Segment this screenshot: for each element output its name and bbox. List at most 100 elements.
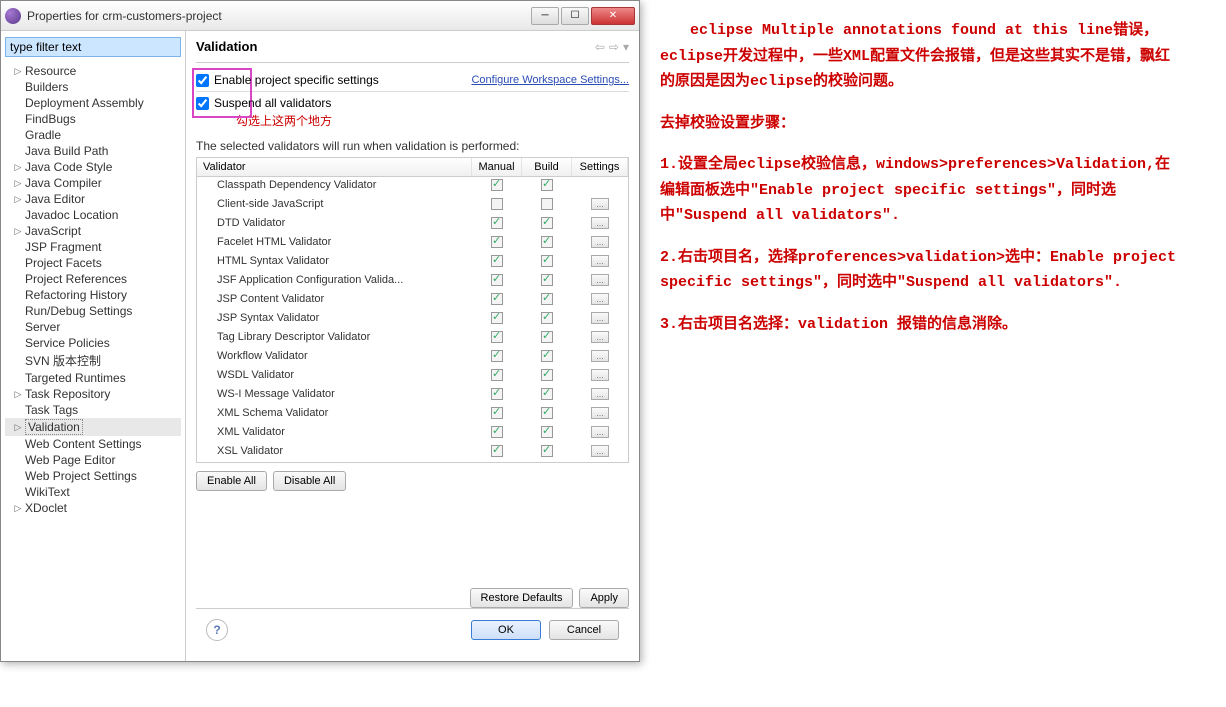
- settings-button[interactable]: ...: [591, 407, 609, 419]
- validator-row[interactable]: DTD Validator...: [197, 215, 628, 234]
- validator-row[interactable]: XML Validator...: [197, 424, 628, 443]
- apply-button[interactable]: Apply: [579, 588, 629, 608]
- manual-checkbox[interactable]: [491, 407, 503, 419]
- settings-button[interactable]: ...: [591, 426, 609, 438]
- tree-item-java-editor[interactable]: ▷Java Editor: [5, 191, 181, 207]
- tree-item-web-content-settings[interactable]: Web Content Settings: [5, 436, 181, 452]
- nav-arrows[interactable]: ⇦ ⇨ ▾: [595, 40, 629, 54]
- manual-checkbox[interactable]: [491, 312, 503, 324]
- validator-row[interactable]: XSL Validator...: [197, 443, 628, 462]
- tree-item-svn-[interactable]: SVN 版本控制: [5, 351, 181, 370]
- manual-checkbox[interactable]: [491, 293, 503, 305]
- tree-item-web-page-editor[interactable]: Web Page Editor: [5, 452, 181, 468]
- tree-item-builders[interactable]: Builders: [5, 79, 181, 95]
- settings-button[interactable]: ...: [591, 388, 609, 400]
- manual-checkbox[interactable]: [491, 331, 503, 343]
- tree-item-javascript[interactable]: ▷JavaScript: [5, 223, 181, 239]
- settings-button[interactable]: ...: [591, 236, 609, 248]
- build-checkbox[interactable]: [541, 255, 553, 267]
- help-icon[interactable]: ?: [206, 619, 228, 641]
- settings-button[interactable]: ...: [591, 274, 609, 286]
- configure-workspace-link[interactable]: Configure Workspace Settings...: [471, 74, 629, 86]
- cancel-button[interactable]: Cancel: [549, 620, 619, 640]
- settings-button[interactable]: ...: [591, 350, 609, 362]
- minimize-button[interactable]: ─: [531, 7, 559, 25]
- tree-item-deployment-assembly[interactable]: Deployment Assembly: [5, 95, 181, 111]
- forward-icon[interactable]: ⇨: [609, 40, 619, 54]
- settings-button[interactable]: ...: [591, 445, 609, 457]
- build-checkbox[interactable]: [541, 198, 553, 210]
- maximize-button[interactable]: ☐: [561, 7, 589, 25]
- restore-defaults-button[interactable]: Restore Defaults: [470, 588, 574, 608]
- validator-row[interactable]: JSF Application Configuration Valida....…: [197, 272, 628, 291]
- manual-checkbox[interactable]: [491, 350, 503, 362]
- settings-button[interactable]: ...: [591, 293, 609, 305]
- manual-checkbox[interactable]: [491, 179, 503, 191]
- tree-item-run-debug-settings[interactable]: Run/Debug Settings: [5, 303, 181, 319]
- manual-checkbox[interactable]: [491, 198, 503, 210]
- build-checkbox[interactable]: [541, 293, 553, 305]
- manual-checkbox[interactable]: [491, 388, 503, 400]
- manual-checkbox[interactable]: [491, 236, 503, 248]
- col-manual[interactable]: Manual: [472, 158, 522, 176]
- tree-item-java-build-path[interactable]: Java Build Path: [5, 143, 181, 159]
- enable-all-button[interactable]: Enable All: [196, 471, 267, 491]
- tree-item-java-code-style[interactable]: ▷Java Code Style: [5, 159, 181, 175]
- validator-row[interactable]: HTML Syntax Validator...: [197, 253, 628, 272]
- validator-row[interactable]: Classpath Dependency Validator: [197, 177, 628, 196]
- tree-item-java-compiler[interactable]: ▷Java Compiler: [5, 175, 181, 191]
- build-checkbox[interactable]: [541, 331, 553, 343]
- validator-row[interactable]: Facelet HTML Validator...: [197, 234, 628, 253]
- build-checkbox[interactable]: [541, 369, 553, 381]
- build-checkbox[interactable]: [541, 217, 553, 229]
- validator-row[interactable]: Workflow Validator...: [197, 348, 628, 367]
- tree-item-service-policies[interactable]: Service Policies: [5, 335, 181, 351]
- tree-item-targeted-runtimes[interactable]: Targeted Runtimes: [5, 370, 181, 386]
- manual-checkbox[interactable]: [491, 426, 503, 438]
- build-checkbox[interactable]: [541, 274, 553, 286]
- manual-checkbox[interactable]: [491, 445, 503, 457]
- manual-checkbox[interactable]: [491, 255, 503, 267]
- menu-icon[interactable]: ▾: [623, 40, 629, 54]
- tree-item-resource[interactable]: ▷Resource: [5, 63, 181, 79]
- validator-row[interactable]: XML Schema Validator...: [197, 405, 628, 424]
- build-checkbox[interactable]: [541, 445, 553, 457]
- build-checkbox[interactable]: [541, 388, 553, 400]
- validator-row[interactable]: Client-side JavaScript...: [197, 196, 628, 215]
- disable-all-button[interactable]: Disable All: [273, 471, 346, 491]
- validator-row[interactable]: JSP Syntax Validator...: [197, 310, 628, 329]
- build-checkbox[interactable]: [541, 407, 553, 419]
- settings-button[interactable]: ...: [591, 198, 609, 210]
- tree-item-project-references[interactable]: Project References: [5, 271, 181, 287]
- build-checkbox[interactable]: [541, 179, 553, 191]
- settings-button[interactable]: ...: [591, 369, 609, 381]
- tree-item-task-tags[interactable]: Task Tags: [5, 402, 181, 418]
- settings-button[interactable]: ...: [591, 255, 609, 267]
- build-checkbox[interactable]: [541, 312, 553, 324]
- tree-item-gradle[interactable]: Gradle: [5, 127, 181, 143]
- suspend-validators-checkbox[interactable]: [196, 97, 209, 110]
- settings-button[interactable]: ...: [591, 331, 609, 343]
- col-build[interactable]: Build: [522, 158, 572, 176]
- settings-button[interactable]: ...: [591, 217, 609, 229]
- ok-button[interactable]: OK: [471, 620, 541, 640]
- col-settings[interactable]: Settings: [572, 158, 628, 176]
- validator-row[interactable]: JSP Content Validator...: [197, 291, 628, 310]
- enable-project-specific-checkbox[interactable]: [196, 74, 209, 87]
- manual-checkbox[interactable]: [491, 274, 503, 286]
- tree-item-project-facets[interactable]: Project Facets: [5, 255, 181, 271]
- build-checkbox[interactable]: [541, 426, 553, 438]
- validator-row[interactable]: WSDL Validator...: [197, 367, 628, 386]
- filter-input[interactable]: [5, 37, 181, 57]
- tree-item-web-project-settings[interactable]: Web Project Settings: [5, 468, 181, 484]
- tree-item-refactoring-history[interactable]: Refactoring History: [5, 287, 181, 303]
- tree-item-findbugs[interactable]: FindBugs: [5, 111, 181, 127]
- back-icon[interactable]: ⇦: [595, 40, 605, 54]
- tree-item-jsp-fragment[interactable]: JSP Fragment: [5, 239, 181, 255]
- tree-item-server[interactable]: Server: [5, 319, 181, 335]
- tree-item-validation[interactable]: ▷Validation: [5, 418, 181, 436]
- tree-item-task-repository[interactable]: ▷Task Repository: [5, 386, 181, 402]
- validator-row[interactable]: WS-I Message Validator...: [197, 386, 628, 405]
- manual-checkbox[interactable]: [491, 217, 503, 229]
- close-button[interactable]: ✕: [591, 7, 635, 25]
